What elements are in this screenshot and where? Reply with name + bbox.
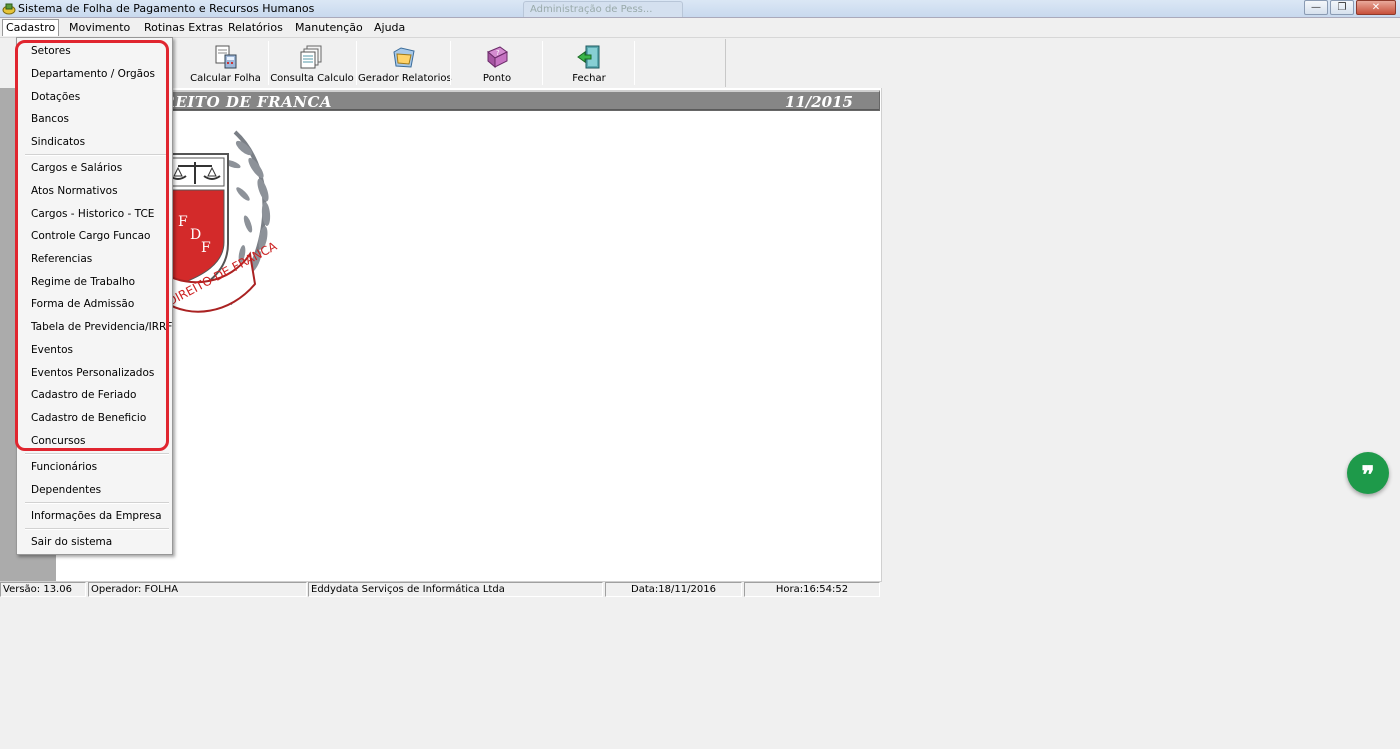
menu-movimento[interactable]: Movimento bbox=[65, 20, 134, 35]
close-window-button[interactable]: ✕ bbox=[1356, 0, 1396, 15]
stacked-pages-icon bbox=[300, 45, 322, 69]
menu-item-setores[interactable]: Setores bbox=[17, 41, 172, 61]
calcular-folha-label: Calcular Folha bbox=[190, 73, 261, 84]
menu-separator bbox=[25, 154, 169, 156]
toolbar-separator bbox=[542, 41, 543, 85]
menu-item-cargos-salarios[interactable]: Cargos e Salários bbox=[17, 158, 172, 178]
menu-cadastro[interactable]: Cadastro bbox=[2, 19, 60, 36]
logo-initial-3: F bbox=[201, 240, 211, 256]
menu-item-sair-sistema[interactable]: Sair do sistema bbox=[17, 532, 172, 552]
menu-separator bbox=[25, 453, 169, 455]
menu-manutencao[interactable]: Manutenção bbox=[291, 20, 367, 35]
restore-button[interactable]: ❐ bbox=[1330, 0, 1354, 15]
window-title-bar: Sistema de Folha de Pagamento e Recursos… bbox=[0, 0, 1400, 18]
status-operator: Operador: FOLHA bbox=[88, 582, 307, 597]
menu-item-regime-trabalho[interactable]: Regime de Trabalho bbox=[17, 272, 172, 292]
consulta-calculo-button[interactable]: Consulta Calculo bbox=[270, 39, 354, 87]
menu-item-informacoes-empresa[interactable]: Informações da Empresa bbox=[17, 506, 172, 526]
toolbar-separator bbox=[450, 41, 451, 85]
status-time: Hora:16:54:52 bbox=[744, 582, 880, 597]
status-bar: Versão: 13.06 Operador: FOLHA Eddydata S… bbox=[0, 581, 882, 597]
menu-item-tabela-previdencia-irrf[interactable]: Tabela de Previdencia/IRRF bbox=[17, 317, 172, 337]
fechar-label: Fechar bbox=[572, 73, 606, 84]
menu-bar: Cadastro Movimento Rotinas Extras Relató… bbox=[0, 18, 1400, 38]
status-version: Versão: 13.06 bbox=[0, 582, 86, 597]
minimize-button[interactable]: — bbox=[1304, 0, 1328, 15]
app-icon bbox=[2, 3, 16, 15]
menu-item-cadastro-feriado[interactable]: Cadastro de Feriado bbox=[17, 385, 172, 405]
menu-item-cadastro-beneficio[interactable]: Cadastro de Beneficio bbox=[17, 408, 172, 428]
svg-text:?: ? bbox=[496, 49, 500, 57]
folder-report-icon bbox=[393, 47, 415, 68]
calculator-sheet-icon bbox=[215, 45, 236, 69]
menu-item-sindicatos[interactable]: Sindicatos bbox=[17, 132, 172, 152]
menu-item-controle-cargo-funcao[interactable]: Controle Cargo Funcao bbox=[17, 226, 172, 246]
menu-item-bancos[interactable]: Bancos bbox=[17, 109, 172, 129]
menu-item-forma-admissao[interactable]: Forma de Admissão bbox=[17, 294, 172, 314]
status-date: Data:18/11/2016 bbox=[605, 582, 742, 597]
calcular-folha-button[interactable]: Calcular Folha bbox=[180, 39, 271, 87]
menu-item-referencias[interactable]: Referencias bbox=[17, 249, 172, 269]
background-window-tab-label: Administração de Pess... bbox=[530, 4, 653, 15]
status-company: Eddydata Serviços de Informática Ltda bbox=[308, 582, 603, 597]
gerador-relatorios-button[interactable]: Gerador Relatorios bbox=[358, 39, 452, 87]
toolbar-separator bbox=[356, 41, 357, 85]
menu-separator bbox=[25, 528, 169, 530]
menu-ajuda[interactable]: Ajuda bbox=[370, 20, 409, 35]
menu-item-cargos-historico-tce[interactable]: Cargos - Historico - TCE bbox=[17, 204, 172, 224]
background-window-tab[interactable]: Administração de Pess... bbox=[523, 1, 683, 17]
gerador-relatorios-label: Gerador Relatorios bbox=[358, 73, 452, 84]
menu-item-atos-normativos[interactable]: Atos Normativos bbox=[17, 181, 172, 201]
consulta-calculo-label: Consulta Calculo bbox=[270, 73, 354, 84]
menu-item-dependentes[interactable]: Dependentes bbox=[17, 480, 172, 500]
toolbar: Calcular Folha Consulta Calculo Gerador … bbox=[0, 39, 1400, 88]
toolbar-separator bbox=[634, 41, 635, 85]
menu-item-departamento-orgaos[interactable]: Departamento / Orgãos bbox=[17, 64, 172, 84]
quote-icon: ❞ bbox=[1361, 460, 1375, 489]
ponto-button[interactable]: ? Ponto bbox=[452, 39, 542, 87]
menu-item-concursos[interactable]: Concursos bbox=[17, 431, 172, 451]
menu-separator bbox=[25, 502, 169, 504]
exit-door-icon bbox=[577, 45, 600, 69]
floating-chat-button[interactable]: ❞ bbox=[1347, 452, 1389, 494]
menu-item-eventos[interactable]: Eventos bbox=[17, 340, 172, 360]
menu-item-funcionarios[interactable]: Funcionários bbox=[17, 457, 172, 477]
menu-item-eventos-personalizados[interactable]: Eventos Personalizados bbox=[17, 363, 172, 383]
book-icon: ? bbox=[487, 46, 508, 69]
cadastro-dropdown-menu: Setores Departamento / Orgãos Dotações B… bbox=[16, 37, 173, 555]
toolbar-separator bbox=[268, 41, 269, 85]
reference-period: 11/2015 bbox=[784, 93, 853, 111]
logo-initial-2: D bbox=[190, 227, 201, 243]
menu-rotinas-extras[interactable]: Rotinas Extras bbox=[140, 20, 227, 35]
ponto-label: Ponto bbox=[482, 73, 512, 84]
menu-relatorios[interactable]: Relatórios bbox=[224, 20, 287, 35]
institution-banner: ADE DE DIREITO DE FRANCA 11/2015 bbox=[56, 90, 880, 111]
menu-item-dotacoes[interactable]: Dotações bbox=[17, 87, 172, 107]
fechar-button[interactable]: Fechar bbox=[544, 39, 634, 87]
logo-initial-1: F bbox=[178, 214, 188, 230]
window-title: Sistema de Folha de Pagamento e Recursos… bbox=[18, 2, 315, 15]
